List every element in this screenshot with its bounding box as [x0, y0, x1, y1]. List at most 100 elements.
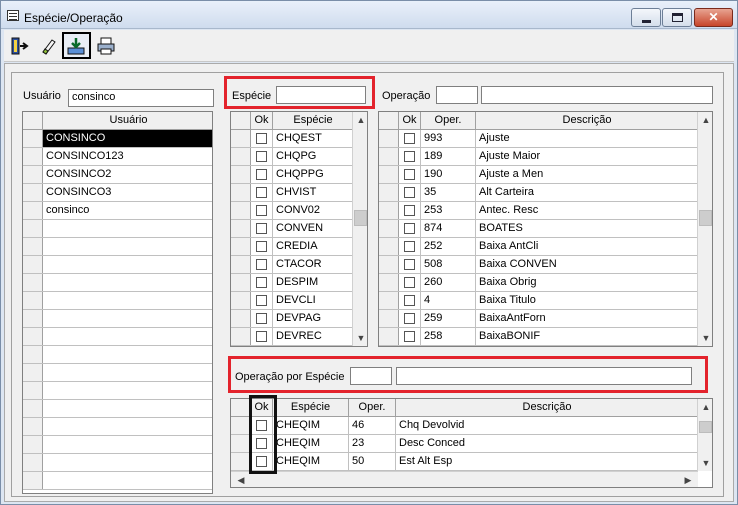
oper-column-header[interactable]: Oper. — [349, 399, 396, 417]
table-row[interactable]: CONVEN — [231, 220, 353, 238]
table-row[interactable]: 4 Baixa Titulo — [379, 292, 698, 310]
especie-cell[interactable]: CTACOR — [273, 256, 353, 273]
especie-cell[interactable]: DEVCLI — [273, 292, 353, 309]
table-row[interactable]: CONSINCO123 — [23, 148, 212, 166]
table-row[interactable]: 252 Baixa AntCli — [379, 238, 698, 256]
oper-cell[interactable]: 252 — [421, 238, 476, 255]
descricao-column-header[interactable]: Descrição — [396, 399, 698, 417]
oper-cell[interactable]: 189 — [421, 148, 476, 165]
usuario-cell[interactable]: consinco — [43, 202, 212, 219]
scroll-thumb[interactable] — [354, 210, 367, 226]
ok-checkbox[interactable] — [256, 241, 267, 252]
operacao-grid[interactable]: Ok Oper. Descrição 993 Ajuste 189 Ajuste M… — [378, 111, 713, 347]
operacao-por-especie-desc-input[interactable] — [396, 367, 692, 385]
scroll-thumb[interactable] — [699, 421, 712, 433]
ok-column-header[interactable]: Ok — [399, 112, 421, 130]
table-row[interactable]: DEVCLI — [231, 292, 353, 310]
usuario-input[interactable]: consinco — [68, 89, 214, 107]
ok-checkbox[interactable] — [256, 187, 267, 198]
exit-button[interactable] — [8, 32, 32, 59]
ok-checkbox[interactable] — [404, 169, 415, 180]
table-row[interactable]: CHQEST — [231, 130, 353, 148]
especie-cell[interactable]: CHQPG — [273, 148, 353, 165]
scroll-down-icon[interactable]: ▼ — [698, 455, 712, 471]
table-row[interactable]: 259 BaixaAntForn — [379, 310, 698, 328]
ok-checkbox[interactable] — [256, 331, 267, 342]
operacao-desc-input[interactable] — [481, 86, 713, 104]
especie-cell[interactable]: CHEQIM — [273, 453, 349, 470]
especie-cell[interactable]: CHEQIM — [273, 435, 349, 452]
descricao-cell[interactable]: Baixa CONVEN — [476, 256, 698, 273]
window-menu-icon[interactable] — [7, 10, 19, 21]
table-row[interactable]: CONSINCO2 — [23, 166, 212, 184]
print-button[interactable] — [94, 32, 118, 59]
table-row[interactable]: CHEQIM 50 Est Alt Esp — [231, 453, 698, 471]
scroll-left-icon[interactable]: ◀ — [233, 472, 249, 487]
oper-cell[interactable]: 259 — [421, 310, 476, 327]
ok-checkbox[interactable] — [256, 313, 267, 324]
close-button[interactable]: ✕ — [694, 8, 733, 27]
descricao-cell[interactable]: Ajuste Maior — [476, 148, 698, 165]
ok-checkbox[interactable] — [404, 295, 415, 306]
ok-checkbox[interactable] — [404, 331, 415, 342]
especie-cell[interactable]: DEVREC — [273, 328, 353, 345]
especie-grid[interactable]: Ok Espécie CHQEST CHQPG CHQPPG CHVIST CO… — [230, 111, 368, 347]
descricao-cell[interactable]: BOATES — [476, 220, 698, 237]
minimize-button[interactable] — [631, 8, 661, 27]
table-row[interactable]: 260 Baixa Obrig — [379, 274, 698, 292]
oper-column-header[interactable]: Oper. — [421, 112, 476, 130]
title-bar[interactable]: Espécie/Operação ✕ — [1, 1, 737, 29]
ok-checkbox[interactable] — [256, 151, 267, 162]
ok-checkbox[interactable] — [256, 133, 267, 144]
especie-cell[interactable]: CHEQIM — [273, 417, 349, 434]
descricao-cell[interactable]: Antec. Resc — [476, 202, 698, 219]
import-button[interactable] — [62, 32, 91, 59]
ok-checkbox[interactable] — [256, 169, 267, 180]
especie-cell[interactable]: CHQPPG — [273, 166, 353, 183]
oper-cell[interactable]: 46 — [349, 417, 396, 434]
usuario-cell[interactable]: CONSINCO123 — [43, 148, 212, 165]
table-row[interactable]: 190 Ajuste a Men — [379, 166, 698, 184]
operacao-por-especie-vertical-scrollbar[interactable]: ▲ ▼ — [697, 399, 712, 471]
usuario-cell[interactable]: CONSINCO2 — [43, 166, 212, 183]
oper-cell[interactable]: 508 — [421, 256, 476, 273]
descricao-cell[interactable]: Ajuste a Men — [476, 166, 698, 183]
usuario-cell[interactable]: CONSINCO — [43, 130, 212, 147]
ok-checkbox[interactable] — [404, 313, 415, 324]
table-row[interactable]: DEVPAG — [231, 310, 353, 328]
descricao-cell[interactable]: Baixa Titulo — [476, 292, 698, 309]
scroll-up-icon[interactable]: ▲ — [353, 112, 367, 128]
operacao-vertical-scrollbar[interactable]: ▲ ▼ — [697, 112, 712, 346]
usuario-grid[interactable]: Usuário CONSINCO CONSINCO123 CONSINCO2 C… — [22, 111, 213, 494]
table-row[interactable]: 993 Ajuste — [379, 130, 698, 148]
table-row[interactable]: CHEQIM 46 Chq Devolvid — [231, 417, 698, 435]
operacao-code-input[interactable] — [436, 86, 478, 104]
table-row[interactable]: DESPIM — [231, 274, 353, 292]
operacao-por-especie-horizontal-scrollbar[interactable]: ◀ ▶ — [231, 471, 698, 487]
table-row[interactable]: CONV02 — [231, 202, 353, 220]
table-row[interactable]: 253 Antec. Resc — [379, 202, 698, 220]
especie-cell[interactable]: CHVIST — [273, 184, 353, 201]
maximize-button[interactable] — [662, 8, 692, 27]
scroll-up-icon[interactable]: ▲ — [698, 112, 712, 128]
scroll-down-icon[interactable]: ▼ — [353, 330, 367, 346]
descricao-cell[interactable]: Ajuste — [476, 130, 698, 147]
oper-cell[interactable]: 993 — [421, 130, 476, 147]
descricao-cell[interactable]: Baixa Obrig — [476, 274, 698, 291]
especie-cell[interactable]: CONV02 — [273, 202, 353, 219]
ok-checkbox[interactable] — [404, 223, 415, 234]
usuario-column-header[interactable]: Usuário — [43, 112, 212, 130]
ok-checkbox[interactable] — [404, 277, 415, 288]
especie-input[interactable] — [276, 86, 366, 104]
especie-cell[interactable]: DESPIM — [273, 274, 353, 291]
descricao-cell[interactable]: BaixaBONIF — [476, 328, 698, 345]
descricao-cell[interactable]: Baixa AntCli — [476, 238, 698, 255]
ok-checkbox[interactable] — [256, 259, 267, 270]
table-row[interactable]: CTACOR — [231, 256, 353, 274]
table-row[interactable]: 258 BaixaBONIF — [379, 328, 698, 346]
operacao-por-especie-code-input[interactable] — [350, 367, 392, 385]
table-row[interactable]: CHVIST — [231, 184, 353, 202]
clear-button[interactable] — [36, 32, 60, 59]
ok-checkbox[interactable] — [404, 151, 415, 162]
ok-checkbox[interactable] — [404, 259, 415, 270]
